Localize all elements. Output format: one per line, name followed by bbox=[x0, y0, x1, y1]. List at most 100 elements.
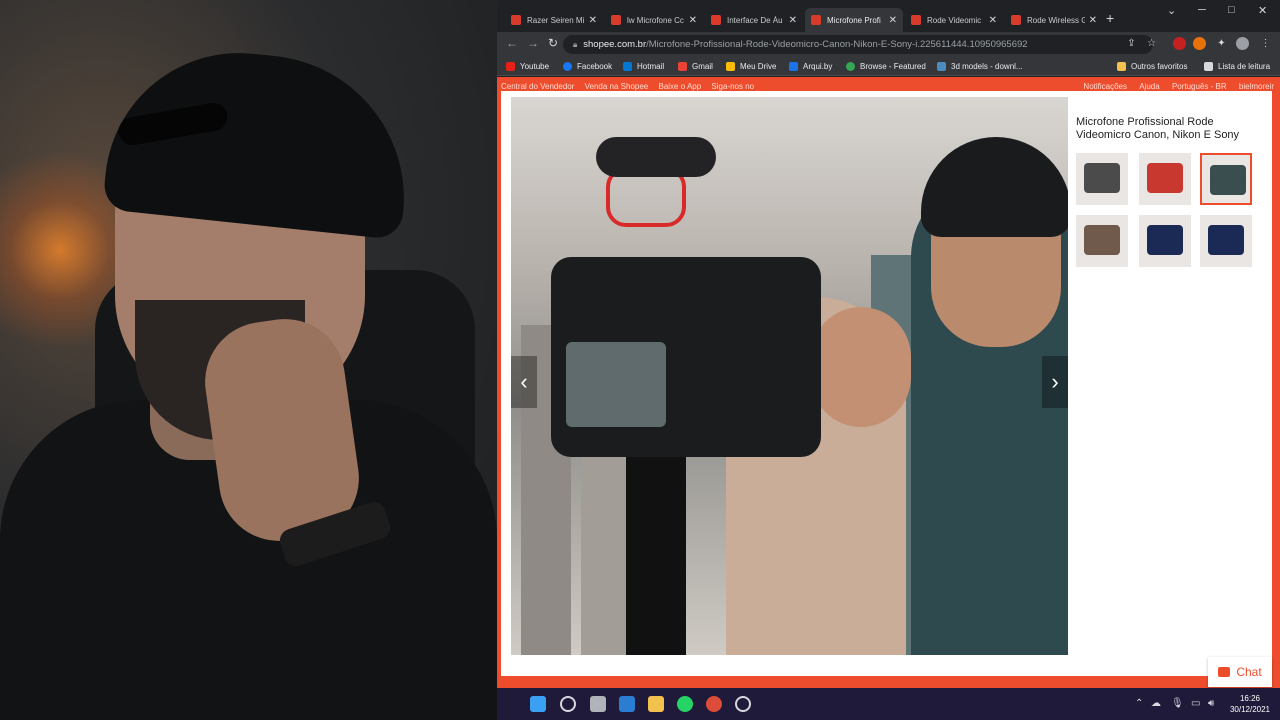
tab-microfone-cc[interactable]: lw Microfone Cc ✕ bbox=[605, 8, 703, 32]
extension-orange-icon[interactable] bbox=[1193, 37, 1206, 50]
microphone-icon[interactable]: 🎙︎ bbox=[1171, 698, 1184, 709]
close-tab-icon[interactable]: ✕ bbox=[589, 15, 597, 26]
chat-button[interactable]: Chat bbox=[1208, 657, 1272, 687]
nav-sell-on-shopee[interactable]: Venda na Shopee bbox=[585, 82, 649, 91]
tab-search-chevron-icon[interactable]: ⌄ bbox=[1167, 4, 1176, 17]
tab-rode-videomic[interactable]: Rode Videomic ✕ bbox=[905, 8, 1003, 32]
back-arrow-icon[interactable]: ← bbox=[506, 36, 518, 50]
system-clock[interactable]: 16:26 30/12/2021 bbox=[1230, 693, 1270, 715]
shopee-favicon-icon bbox=[811, 15, 821, 25]
windows-taskbar: ⌃ ☁ 🎙︎ ▭ 🔊︎ 16:26 30/12/2021 bbox=[497, 688, 1280, 720]
clock-time: 16:26 bbox=[1239, 694, 1260, 703]
close-tab-icon[interactable]: ✕ bbox=[1089, 15, 1097, 26]
tray-chevron-icon[interactable]: ⌃ bbox=[1135, 698, 1143, 709]
product-main-image: ‹ › bbox=[511, 97, 1068, 655]
tab-rode-wireless[interactable]: Rode Wireless G ✕ bbox=[1005, 8, 1103, 32]
bookmark-browse-featured[interactable]: Browse - Featured bbox=[846, 59, 926, 73]
tab-label: Rode Videomic bbox=[927, 15, 982, 25]
browser-window: Razer Seiren Mi ✕ lw Microfone Cc ✕ Interf… bbox=[497, 0, 1280, 688]
thumbnail-1[interactable] bbox=[1076, 153, 1128, 205]
account-link[interactable]: bielmoreir bbox=[1239, 82, 1274, 91]
drive-icon bbox=[726, 61, 735, 71]
bookmark-meu-drive[interactable]: Meu Drive bbox=[726, 59, 776, 73]
thumbnail-6[interactable] bbox=[1200, 215, 1252, 267]
next-image-arrow-icon[interactable]: › bbox=[1042, 356, 1068, 408]
thumbnail-4[interactable] bbox=[1076, 215, 1128, 267]
bookmark-gmail[interactable]: Gmail bbox=[678, 59, 713, 73]
photo-beanie bbox=[921, 137, 1068, 237]
tab-interface-audio[interactable]: Interface De Áu ✕ bbox=[705, 8, 803, 32]
chat-label: Chat bbox=[1236, 665, 1262, 679]
tab-strip: Razer Seiren Mi ✕ lw Microfone Cc ✕ Interf… bbox=[497, 0, 1280, 32]
bookmark-arquiby[interactable]: Arqui.by bbox=[789, 59, 832, 73]
share-icon[interactable]: ⇪ bbox=[1125, 37, 1138, 50]
menu-kebab-icon[interactable]: ⋮ bbox=[1259, 37, 1272, 50]
close-window-icon[interactable]: ✕ bbox=[1258, 4, 1267, 17]
new-tab-button[interactable]: + bbox=[1106, 10, 1114, 26]
maximize-icon[interactable]: □ bbox=[1228, 4, 1235, 16]
bookmark-label: Meu Drive bbox=[740, 61, 777, 71]
thumbnail-5[interactable] bbox=[1139, 215, 1191, 267]
bookmark-label: Hotmail bbox=[637, 61, 665, 71]
lock-icon: 🔒︎ bbox=[573, 40, 578, 49]
thumbnail-image bbox=[1084, 163, 1120, 193]
nav-seller-center[interactable]: Central do Vendedor bbox=[501, 82, 574, 91]
tab-microfone-profissional[interactable]: Microfone Profi ✕ bbox=[805, 8, 903, 32]
help-link[interactable]: Ajuda bbox=[1139, 82, 1159, 91]
close-tab-icon[interactable]: ✕ bbox=[689, 15, 697, 26]
bookmark-3d-models[interactable]: 3d models - downl... bbox=[937, 59, 1023, 73]
tab-razer-seiren[interactable]: Razer Seiren Mi ✕ bbox=[505, 8, 603, 32]
onedrive-icon[interactable]: ☁ bbox=[1151, 698, 1161, 709]
extensions-puzzle-icon[interactable]: ✦ bbox=[1215, 37, 1228, 50]
thumbnail-image bbox=[1210, 165, 1246, 195]
address-bar[interactable]: 🔒︎ shopee.com.br/Microfone-Profissional-R… bbox=[563, 35, 1153, 54]
shopee-favicon-icon bbox=[711, 15, 721, 25]
reading-list[interactable]: Lista de leitura bbox=[1204, 59, 1270, 73]
task-view-icon[interactable] bbox=[590, 696, 606, 712]
thumbnail-image bbox=[1147, 163, 1183, 193]
reload-icon[interactable]: ↻ bbox=[548, 36, 558, 50]
thumbnail-image bbox=[1147, 225, 1183, 255]
app-icon[interactable] bbox=[735, 696, 751, 712]
thumbnail-2[interactable] bbox=[1139, 153, 1191, 205]
screen: Razer Seiren Mi ✕ lw Microfone Cc ✕ Interf… bbox=[0, 0, 1280, 720]
widgets-icon[interactable] bbox=[619, 696, 635, 712]
browse-icon bbox=[846, 61, 855, 71]
bookmark-label: Arqui.by bbox=[803, 61, 833, 71]
bookmark-youtube[interactable]: Youtube bbox=[506, 59, 549, 73]
photo-tripod bbox=[626, 457, 686, 655]
previous-image-arrow-icon[interactable]: ‹ bbox=[511, 356, 537, 408]
close-tab-icon[interactable]: ✕ bbox=[789, 15, 797, 26]
bookmark-other-favorites[interactable]: Outros favoritos bbox=[1117, 59, 1187, 73]
profile-avatar-icon[interactable] bbox=[1236, 37, 1249, 50]
gmail-icon bbox=[678, 61, 687, 71]
chrome-icon[interactable] bbox=[706, 696, 722, 712]
thumbnail-3-selected[interactable] bbox=[1200, 153, 1252, 205]
notifications-link[interactable]: Notificações bbox=[1083, 82, 1127, 91]
minimize-icon[interactable]: ─ bbox=[1198, 4, 1206, 16]
bookmark-label: 3d models - downl... bbox=[951, 61, 1023, 71]
close-tab-icon[interactable]: ✕ bbox=[989, 15, 997, 26]
arquiby-icon bbox=[789, 61, 798, 71]
volume-icon[interactable]: 🔊︎ bbox=[1208, 698, 1214, 709]
bookmark-label: Facebook bbox=[577, 61, 613, 71]
bookmark-label: Browse - Featured bbox=[860, 61, 926, 71]
file-explorer-icon[interactable] bbox=[648, 696, 664, 712]
whatsapp-icon[interactable] bbox=[677, 696, 693, 712]
extension-red-icon[interactable] bbox=[1173, 37, 1186, 50]
start-windows-icon[interactable] bbox=[530, 696, 546, 712]
bookmark-star-icon[interactable]: ☆ bbox=[1145, 37, 1158, 50]
language-selector[interactable]: Português - BR bbox=[1172, 82, 1227, 91]
tab-label: Razer Seiren Mi bbox=[527, 15, 585, 25]
3d-models-icon bbox=[937, 61, 946, 71]
nav-download-app[interactable]: Baixe o App bbox=[658, 82, 701, 91]
bookmark-facebook[interactable]: Facebook bbox=[563, 59, 612, 73]
bookmark-label: Gmail bbox=[692, 61, 713, 71]
close-tab-icon[interactable]: ✕ bbox=[889, 15, 897, 26]
shopee-favicon-icon bbox=[511, 15, 521, 25]
bookmark-hotmail[interactable]: Hotmail bbox=[623, 59, 664, 73]
forward-arrow-icon[interactable]: → bbox=[527, 36, 539, 50]
tab-label: Microfone Profi bbox=[827, 15, 881, 25]
network-icon[interactable]: ▭ bbox=[1191, 698, 1200, 709]
search-icon[interactable] bbox=[560, 696, 576, 712]
